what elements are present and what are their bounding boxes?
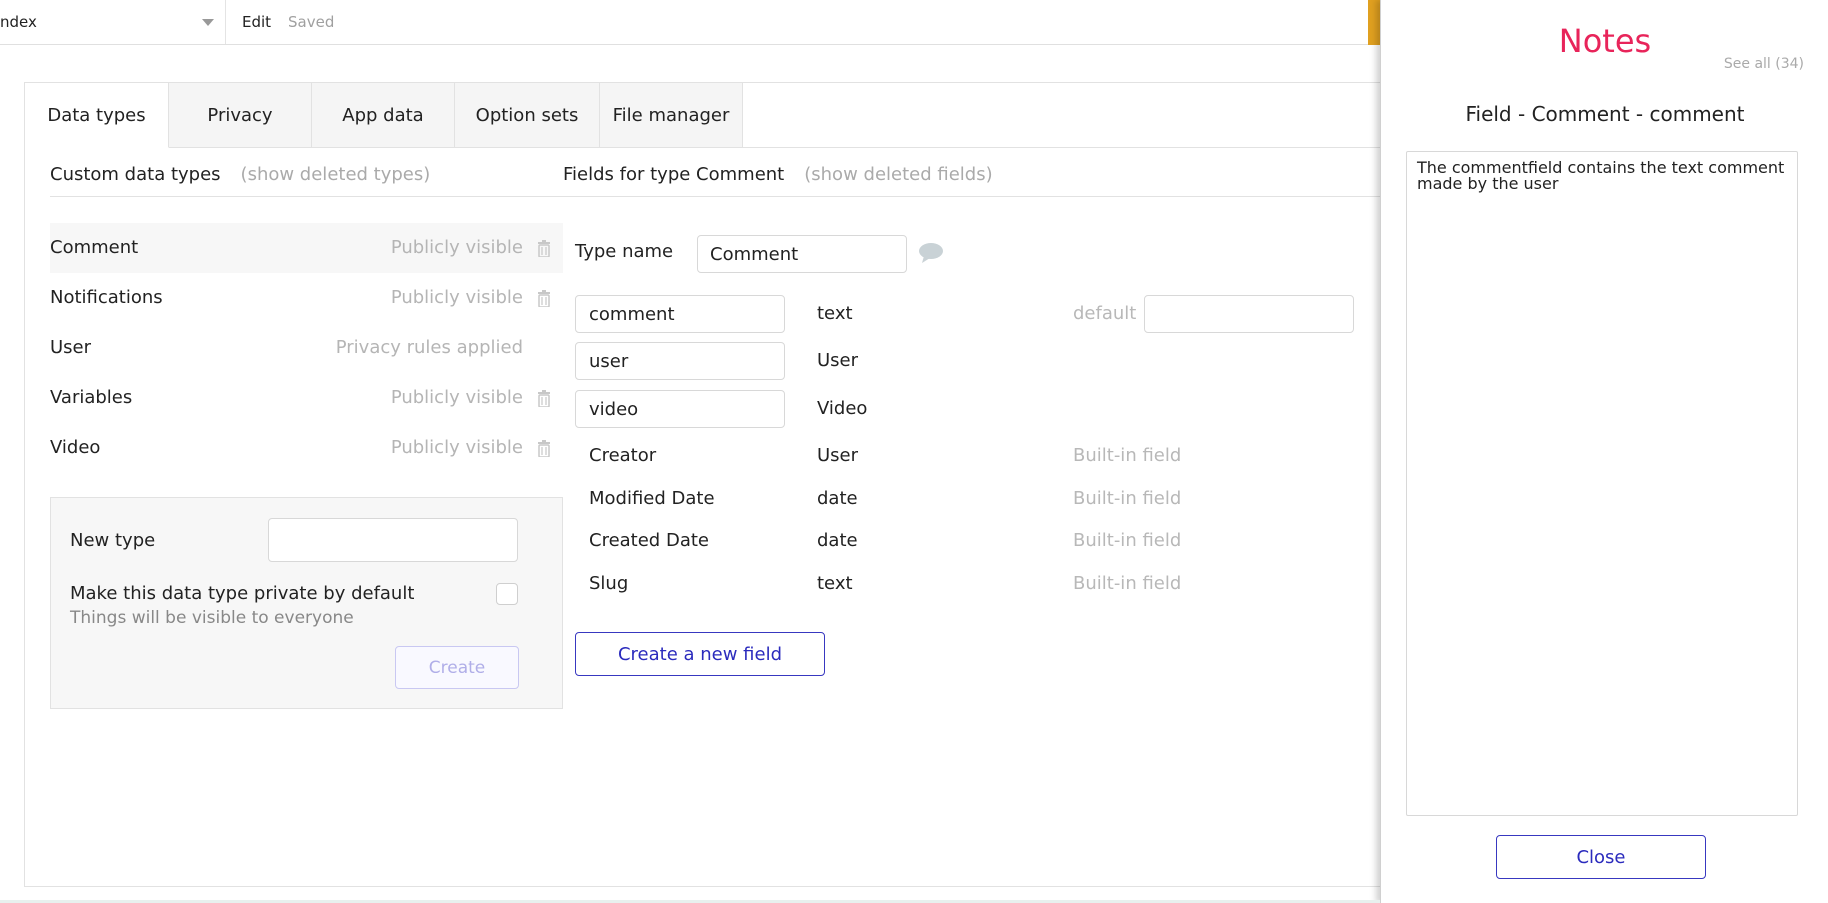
top-bar: ndex Edit Saved xyxy=(0,0,1380,45)
type-name-label: Type name xyxy=(575,241,674,262)
private-default-label: Make this data type private by default xyxy=(70,583,415,604)
built-in-label: Built-in field xyxy=(1073,573,1182,594)
edit-menu[interactable]: Edit xyxy=(242,13,271,31)
field-name: Creator xyxy=(589,445,657,466)
see-all-notes-link[interactable]: See all (34) xyxy=(1724,56,1804,72)
field-row-created-date: Created Date date Built-in field xyxy=(575,522,1375,560)
tab-option-sets[interactable]: Option sets xyxy=(455,83,600,148)
page-name: ndex xyxy=(0,13,37,31)
field-name: Modified Date xyxy=(589,488,715,509)
type-item-video[interactable]: Video Publicly visible xyxy=(50,423,563,473)
show-deleted-types-link[interactable]: (show deleted types) xyxy=(241,164,431,185)
new-type-input[interactable] xyxy=(268,518,518,562)
field-type: date xyxy=(817,488,858,509)
field-row-modified-date: Modified Date date Built-in field xyxy=(575,480,1375,518)
notes-panel: Notes See all (34) Field - Comment - com… xyxy=(1380,0,1828,903)
field-name-input[interactable]: user xyxy=(575,342,785,380)
notes-textarea[interactable]: The commentfield contains the text comme… xyxy=(1406,151,1798,816)
field-row-comment: comment text default xyxy=(575,295,1375,333)
field-default-label: default xyxy=(1073,303,1137,324)
new-type-label: New type xyxy=(70,530,156,551)
tab-file-manager[interactable]: File manager xyxy=(600,83,743,148)
show-deleted-fields-link[interactable]: (show deleted fields) xyxy=(804,164,992,185)
field-name-input[interactable]: comment xyxy=(575,295,785,333)
field-name: Created Date xyxy=(589,530,709,551)
field-default-input[interactable] xyxy=(1144,295,1354,333)
fields-heading: Fields for type Comment (show deleted fie… xyxy=(563,164,993,185)
field-row-creator: Creator User Built-in field xyxy=(575,437,1375,475)
type-status: Publicly visible xyxy=(390,237,523,258)
divider xyxy=(563,196,1385,197)
field-type[interactable]: User xyxy=(817,350,858,371)
type-status: Publicly visible xyxy=(390,287,523,308)
save-status: Saved xyxy=(288,13,335,31)
tab-app-data[interactable]: App data xyxy=(312,83,455,148)
tab-divider xyxy=(743,147,1385,148)
trash-icon[interactable] xyxy=(537,290,551,307)
field-row-video: video Video xyxy=(575,390,1375,428)
type-name: Comment xyxy=(50,237,139,258)
tab-data-types[interactable]: Data types xyxy=(25,83,169,148)
field-name: Slug xyxy=(589,573,629,594)
private-default-hint: Things will be visible to everyone xyxy=(70,608,354,628)
type-status: Publicly visible xyxy=(390,387,523,408)
type-item-user[interactable]: User Privacy rules applied xyxy=(50,323,563,373)
create-new-field-button[interactable]: Create a new field xyxy=(575,632,825,676)
data-panel: Data types Privacy App data Option sets … xyxy=(24,82,1385,887)
field-row-slug: Slug text Built-in field xyxy=(575,565,1375,603)
type-name: Variables xyxy=(50,387,133,408)
field-type: User xyxy=(817,445,859,466)
type-item-variables[interactable]: Variables Publicly visible xyxy=(50,373,563,423)
trash-icon[interactable] xyxy=(537,390,551,407)
trash-icon[interactable] xyxy=(537,440,551,457)
type-status: Publicly visible xyxy=(390,437,523,458)
notes-subtitle: Field - Comment - comment xyxy=(1465,102,1745,126)
notes-title: Notes xyxy=(1558,22,1652,60)
field-type[interactable]: Video xyxy=(817,398,867,419)
type-name: Notifications xyxy=(50,287,163,308)
custom-types-heading: Custom data types (show deleted types) xyxy=(50,164,430,185)
tab-bar: Data types Privacy App data Option sets … xyxy=(25,83,743,148)
page-selector[interactable]: ndex xyxy=(0,0,226,44)
field-type[interactable]: text xyxy=(817,303,853,324)
comment-icon[interactable] xyxy=(918,242,944,264)
built-in-label: Built-in field xyxy=(1073,488,1182,509)
fields-title: Fields for type Comment xyxy=(563,164,785,185)
built-in-label: Built-in field xyxy=(1073,530,1182,551)
type-name-input[interactable]: Comment xyxy=(697,235,907,273)
type-status: Privacy rules applied xyxy=(335,337,523,358)
chevron-down-icon xyxy=(202,19,214,26)
type-item-notifications[interactable]: Notifications Publicly visible xyxy=(50,273,563,323)
create-type-button[interactable]: Create xyxy=(395,646,519,689)
type-name: User xyxy=(50,337,92,358)
private-default-checkbox[interactable] xyxy=(496,583,518,605)
field-type: date xyxy=(817,530,858,551)
type-name: Video xyxy=(50,437,101,458)
built-in-label: Built-in field xyxy=(1073,445,1182,466)
trash-icon[interactable] xyxy=(537,240,551,257)
tab-privacy[interactable]: Privacy xyxy=(169,83,312,148)
field-name-input[interactable]: video xyxy=(575,390,785,428)
custom-types-title: Custom data types xyxy=(50,164,221,185)
new-type-form: New type Make this data type private by … xyxy=(50,497,563,709)
type-item-comment[interactable]: Comment Publicly visible xyxy=(50,223,563,273)
divider xyxy=(50,196,563,197)
close-button[interactable]: Close xyxy=(1496,835,1706,879)
field-row-user: user User xyxy=(575,342,1375,380)
field-type: text xyxy=(817,573,853,594)
